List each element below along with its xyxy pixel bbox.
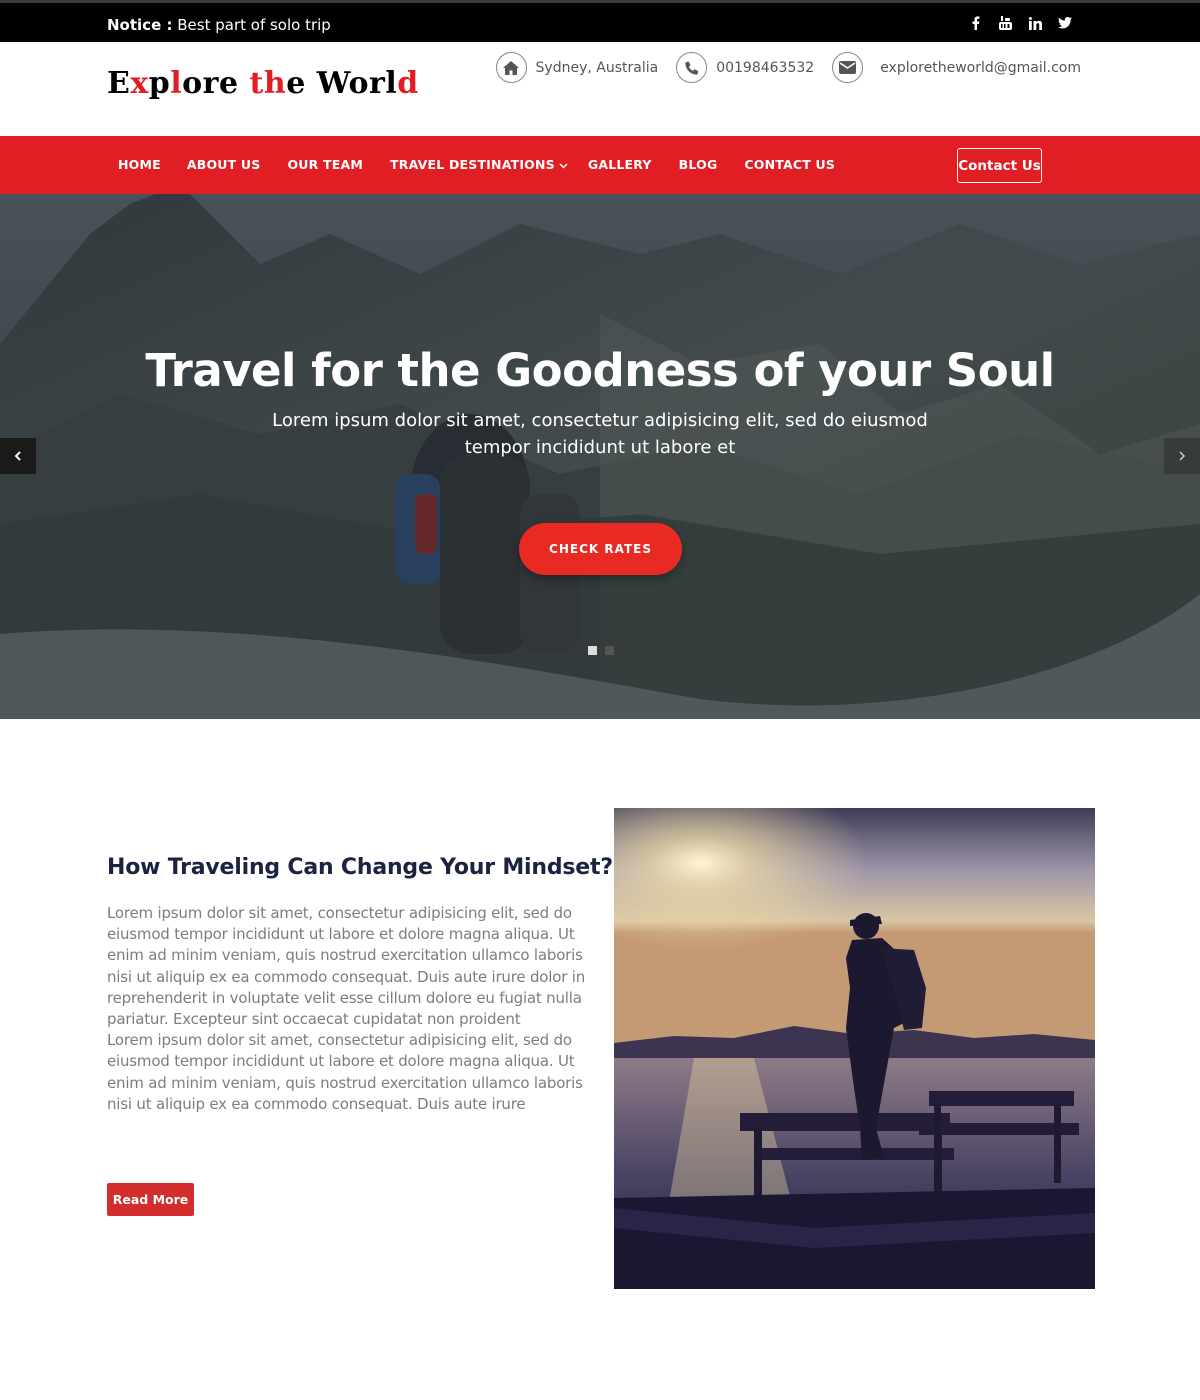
hero-subtitle: Lorem ipsum dolor sit amet, consectetur … [272,410,928,458]
read-more-button[interactable]: Read More [107,1183,194,1216]
slider-next-arrow-icon[interactable] [1164,438,1200,474]
location-text: Sydney, Australia [535,59,659,76]
slider-dot-2[interactable] [605,646,614,655]
phone-info: 00198463532 [676,52,814,83]
site-logo[interactable]: Explore the World [107,66,419,101]
sunset-hiker-image [614,808,1095,1289]
about-paragraph-1: Lorem ipsum dolor sit amet, consectetur … [107,904,586,1029]
envelope-icon [832,52,864,83]
slider-prev-arrow-icon[interactable] [0,438,36,474]
nav-item-our-team[interactable]: OUR TEAM [287,157,363,172]
linkedin-icon[interactable] [1027,15,1043,31]
about-text: Lorem ipsum dolor sit amet, consectetur … [107,903,587,1115]
notice-label: Notice : [107,16,173,34]
social-links [967,15,1073,31]
nav-menu: HOME ABOUT US OUR TEAM TRAVEL DESTINATIO… [118,157,835,172]
slider-dot-1[interactable] [588,646,597,655]
nav-item-home[interactable]: HOME [118,157,161,172]
about-paragraph-2: Lorem ipsum dolor sit amet, consectetur … [107,1031,583,1113]
hero-title: Travel for the Goodness of your Soul [145,344,1055,397]
nav-item-contact-us[interactable]: CONTACT US [744,157,835,172]
home-icon [495,52,527,83]
nav-item-blog[interactable]: BLOG [679,157,718,172]
notice-text: Best part of solo trip [177,16,331,34]
hero-slider: Travel for the Goodness of your Soul Lor… [0,194,1200,719]
check-rates-button[interactable]: CHECK RATES [519,523,682,575]
site-header: Explore the World Sydney, Australia 0019… [0,42,1200,136]
email-text[interactable]: exploretheworld@gmail.com [880,60,1081,76]
nav-item-gallery[interactable]: GALLERY [588,157,652,172]
nav-item-about-us[interactable]: ABOUT US [187,157,261,172]
main-nav: HOME ABOUT US OUR TEAM TRAVEL DESTINATIO… [0,136,1200,194]
nav-item-travel-destinations-label: TRAVEL DESTINATIONS [390,157,555,172]
contact-us-button[interactable]: Contact Us [957,148,1042,183]
nav-item-travel-destinations[interactable]: TRAVEL DESTINATIONS [390,157,568,172]
contact-info: Sydney, Australia 00198463532 explorethe… [495,52,1081,83]
notice: Notice : Best part of solo trip [107,16,331,34]
youtube-icon[interactable] [997,15,1013,31]
top-notice-bar: Notice : Best part of solo trip [0,0,1200,42]
twitter-icon[interactable] [1057,15,1073,31]
location-info: Sydney, Australia [495,52,659,83]
phone-text[interactable]: 00198463532 [716,60,814,76]
chevron-down-icon [559,161,568,172]
email-info: exploretheworld@gmail.com [832,52,1081,83]
phone-icon [676,52,708,83]
about-title: How Traveling Can Change Your Mindset? [107,855,613,880]
slider-dots [588,646,614,655]
facebook-icon[interactable] [967,15,983,31]
